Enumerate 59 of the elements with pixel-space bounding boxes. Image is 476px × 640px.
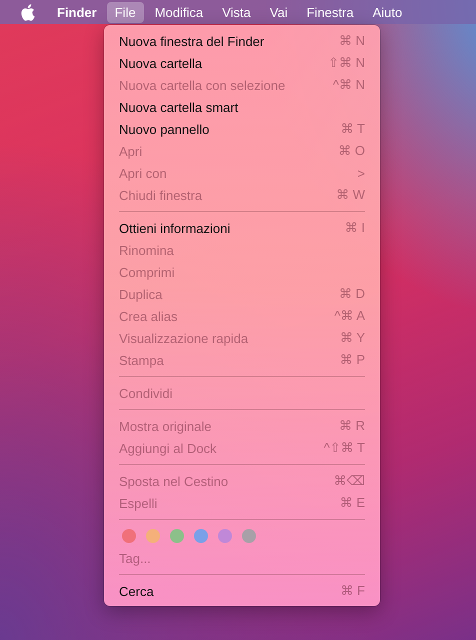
menu-item-label: Cerca	[119, 584, 154, 598]
menu-item-label: Nuova cartella con selezione	[119, 78, 286, 92]
menu-item-label: Espelli	[119, 496, 158, 510]
menu-item[interactable]: Nuovo pannello ⌘ T	[104, 118, 380, 140]
menu-item-label: Apri	[119, 144, 142, 158]
menu-item-label: Rinomina	[119, 242, 174, 258]
menu-item-label: Stampa	[119, 352, 164, 368]
app-name[interactable]: Finder	[56, 4, 97, 20]
tag-color-dot[interactable]	[242, 529, 256, 543]
shortcut-label: ⌘ Y	[340, 330, 365, 346]
tag-color-dot[interactable]	[218, 529, 232, 543]
menu-item-label: Nuova finestra del Finder	[119, 34, 264, 48]
shortcut-label: ⌘ P	[340, 352, 365, 368]
apple-icon[interactable]	[20, 4, 35, 20]
menu-item[interactable]: Nuova cartella smart	[104, 96, 380, 118]
menu-item[interactable]: Cerca ⌘ F	[104, 580, 380, 602]
shortcut-label: ^⌘ N	[332, 77, 365, 93]
tag-color-dot[interactable]	[122, 529, 136, 543]
shortcut-label: ⌘⌫	[334, 473, 365, 489]
menu-item-label: Nuova cartella	[119, 56, 202, 70]
menu-item-label: Duplica	[119, 286, 162, 302]
shortcut-label: ⌘ O	[338, 143, 365, 159]
menu-item-label: Chiudi finestra	[119, 188, 202, 202]
menu-item-label: Crea alias	[119, 308, 178, 324]
menu-item-label: Ottieni informazioni	[119, 220, 230, 236]
menu-item-label: Sposta nel Cestino	[119, 474, 228, 488]
tag-color-dot[interactable]	[170, 529, 184, 543]
shortcut-label: ⌘ W	[336, 187, 365, 203]
menu-item-label: Nuova cartella smart	[119, 100, 238, 114]
shortcut-label: ^⌘ A	[334, 308, 365, 324]
menu-bar-item[interactable]: Finestra	[298, 2, 362, 22]
menu-item[interactable]: Ottieni informazioni ⌘ I	[104, 217, 380, 239]
shortcut-label: ⌘ E	[340, 495, 365, 511]
shortcut-label: ⌘ N	[339, 33, 365, 49]
menu-item-label: Visualizzazione rapida	[119, 330, 248, 346]
shortcut-label: ⌘ R	[339, 418, 365, 434]
menu-bar-item[interactable]: Aiuto	[364, 2, 410, 22]
menu-item-label: Condividi	[119, 386, 172, 400]
tag-color-dot[interactable]	[146, 529, 160, 543]
shortcut-label: ⌘ F	[340, 583, 365, 599]
tag-color-dot[interactable]	[194, 529, 208, 543]
menu-bar-item[interactable]: Modifica	[146, 2, 212, 22]
menu-item[interactable]: Nuova cartella ⇧⌘ N	[104, 52, 380, 74]
menu-item-label: Apri con	[119, 166, 167, 180]
shortcut-label: ⌘ T	[340, 121, 365, 137]
shortcut-label: ⌘ D	[339, 286, 365, 302]
menu-bar-item[interactable]: Vai	[262, 2, 296, 22]
menu-bar-item[interactable]: File	[106, 2, 144, 22]
menu-item-label: Tag...	[119, 550, 151, 566]
menu-item-label: Aggiungi al Dock	[119, 440, 217, 456]
shortcut-label: >	[357, 166, 365, 180]
shortcut-label: ^⇧⌘ T	[324, 440, 365, 456]
menu-bar-item[interactable]: Vista	[214, 2, 259, 22]
menu-item-label: Nuovo pannello	[119, 122, 210, 136]
shortcut-label: ⌘ I	[344, 220, 365, 236]
menu-item[interactable]: Nuova finestra del Finder ⌘ N	[104, 30, 380, 52]
shortcut-label: ⇧⌘ N	[328, 55, 365, 71]
menu-item-label: Comprimi	[119, 264, 175, 280]
menu-item-label: Mostra originale	[119, 418, 212, 434]
